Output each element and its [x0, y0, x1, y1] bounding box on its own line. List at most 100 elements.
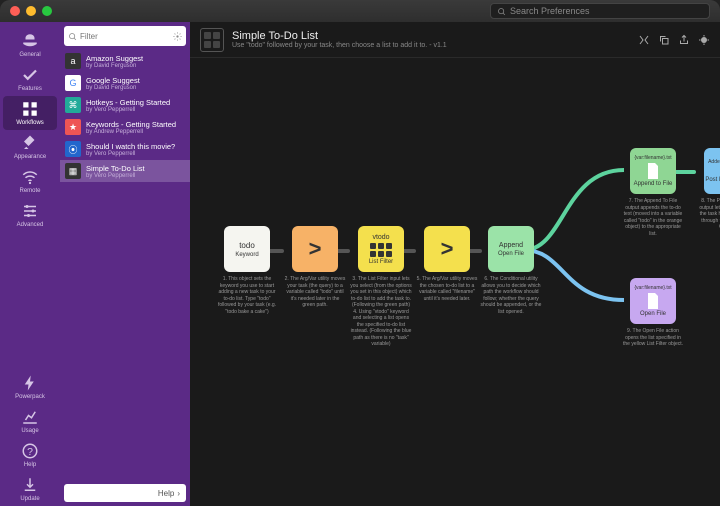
- gear-icon[interactable]: [173, 32, 182, 41]
- help-button[interactable]: Help ›: [64, 484, 186, 502]
- workflow-icon: ⌘: [65, 97, 81, 113]
- workflow-author: by Vero Pepperrell: [86, 107, 170, 113]
- chevron-right-icon: ›: [177, 489, 180, 498]
- node-conditional[interactable]: AppendOpen File 6. The Conditional utili…: [480, 226, 542, 315]
- nav-label: Usage: [21, 428, 38, 434]
- variables-icon[interactable]: [638, 34, 650, 46]
- workflow-title: Simple To-Do List: [232, 30, 447, 42]
- hat-icon: [21, 32, 39, 50]
- workflow-item[interactable]: a Amazon Suggestby David Ferguson: [60, 50, 190, 72]
- titlebar: Search Preferences: [0, 0, 720, 22]
- nav-label: Powerpack: [15, 394, 45, 400]
- workflow-author: by David Ferguson: [86, 85, 140, 91]
- chart-icon: [21, 408, 39, 426]
- workflow-item[interactable]: ★ Keywords - Getting Startedby Andrew Pep…: [60, 116, 190, 138]
- workflow-title: Amazon Suggest: [86, 54, 143, 63]
- workflow-list: aAmazon Suggestby David FergusonGGoogle …: [60, 50, 190, 480]
- caption: 5. The Arg/Var utility moves the chosen …: [416, 276, 478, 302]
- nav-label: Remote: [19, 188, 40, 194]
- filter-bar[interactable]: [64, 26, 186, 46]
- workflow-title: Hotkeys - Getting Started: [86, 98, 170, 107]
- minimize-window[interactable]: [26, 6, 36, 16]
- help-icon: ?: [21, 442, 39, 460]
- node-list-filter[interactable]: vtodoList Filter 3. The List Filter inpu…: [350, 226, 412, 348]
- brush-icon: [21, 134, 39, 152]
- nav-appearance[interactable]: Appearance: [3, 130, 57, 164]
- caption: 8. The Post Notification output lets you…: [696, 198, 720, 231]
- share-icon[interactable]: [678, 34, 690, 46]
- workflow-author: by David Ferguson: [86, 63, 143, 69]
- node-argvar-1[interactable]: > 2. The Arg/Var utility moves your task…: [284, 226, 346, 309]
- duplicate-icon[interactable]: [658, 34, 670, 46]
- caption: 1. This object sets the keyword you use …: [216, 276, 278, 315]
- nav-help[interactable]: ? Help: [3, 438, 57, 472]
- close-window[interactable]: [10, 6, 20, 16]
- wifi-icon: [21, 168, 39, 186]
- sidebar-nav: General Features Workflows Appearance Remote…: [0, 22, 60, 506]
- workflow-item[interactable]: ⦿ Should I watch this movie?by Vero Peppe…: [60, 138, 190, 160]
- workflow-canvas-area: Simple To-Do List Use "todo" followed by…: [190, 22, 720, 506]
- nav-label: Advanced: [17, 222, 44, 228]
- workflow-icon: ★: [65, 119, 81, 135]
- workflow-list-panel: aAmazon Suggestby David FergusonGGoogle …: [60, 22, 190, 506]
- node-append-file[interactable]: {var:filename}.txtAppend to File 7. The …: [622, 148, 684, 237]
- node-open-file[interactable]: {var:filename}.txtOpen File 9. The Open …: [622, 278, 684, 348]
- nav-label: Help: [24, 462, 36, 468]
- grid-icon: [21, 100, 39, 118]
- file-icon: [646, 293, 660, 309]
- sliders-icon: [21, 202, 39, 220]
- caption: 3. The List Filter input lets you select…: [350, 276, 412, 348]
- check-icon: [21, 66, 39, 84]
- file-icon: [646, 163, 660, 179]
- workflow-icon: a: [65, 53, 81, 69]
- workflow-title: Should I watch this movie?: [86, 142, 175, 151]
- nav-features[interactable]: Features: [3, 62, 57, 96]
- nav-usage[interactable]: Usage: [3, 404, 57, 438]
- caption: 6. The Conditional utility allows you to…: [480, 276, 542, 315]
- workflow-item[interactable]: ⌘ Hotkeys - Getting Startedby Vero Pepper…: [60, 94, 190, 116]
- debug-icon[interactable]: [698, 34, 710, 46]
- nav-label: Update: [20, 496, 39, 502]
- workflow-subtitle: Use "todo" followed by your task, then c…: [232, 42, 447, 49]
- workflow-author: by Vero Pepperrell: [86, 151, 175, 157]
- nav-general[interactable]: General: [3, 28, 57, 62]
- node-keyword[interactable]: todoKeyword 1. This object sets the keyw…: [216, 226, 278, 315]
- workflow-title: Google Suggest: [86, 76, 140, 85]
- nav-remote[interactable]: Remote: [3, 164, 57, 198]
- nav-workflows[interactable]: Workflows: [3, 96, 57, 130]
- workflow-icon: [200, 28, 224, 52]
- nav-label: General: [19, 52, 40, 58]
- nav-advanced[interactable]: Advanced: [3, 198, 57, 232]
- traffic-lights: [10, 6, 52, 16]
- filter-input[interactable]: [80, 32, 170, 41]
- caption: 2. The Arg/Var utility moves your task (…: [284, 276, 346, 309]
- workflow-item[interactable]: G Google Suggestby David Ferguson: [60, 72, 190, 94]
- search-preferences[interactable]: Search Preferences: [490, 3, 710, 19]
- nav-label: Workflows: [16, 120, 44, 126]
- caption: 9. The Open File action opens the list s…: [622, 328, 684, 348]
- search-icon: [497, 7, 506, 16]
- help-label: Help: [158, 489, 174, 498]
- nav-powerpack[interactable]: Powerpack: [3, 370, 57, 404]
- canvas-header: Simple To-Do List Use "todo" followed by…: [190, 22, 720, 58]
- search-placeholder: Search Preferences: [510, 6, 590, 16]
- workflow-author: by Andrew Pepperrell: [86, 129, 176, 135]
- workflow-author: by Vero Pepperrell: [86, 173, 145, 179]
- workflow-title: Simple To-Do List: [86, 164, 145, 173]
- workflow-icon: G: [65, 75, 81, 91]
- caption: 7. The Append To File output appends the…: [622, 198, 684, 237]
- workflow-icon: ⦿: [65, 141, 81, 157]
- nav-label: Features: [18, 86, 42, 92]
- svg-text:?: ?: [27, 446, 33, 458]
- node-notification[interactable]: Added task to {...Post Notification 8. T…: [696, 148, 720, 231]
- workflow-item[interactable]: ▦ Simple To-Do Listby Vero Pepperrell: [60, 160, 190, 182]
- nav-label: Appearance: [14, 154, 46, 160]
- nav-update[interactable]: Update: [3, 472, 57, 506]
- workflow-canvas[interactable]: todoKeyword 1. This object sets the keyw…: [190, 58, 720, 506]
- workflow-title: Keywords - Getting Started: [86, 120, 176, 129]
- zoom-window[interactable]: [42, 6, 52, 16]
- workflow-icon: ▦: [65, 163, 81, 179]
- canvas-tools: [638, 34, 710, 46]
- download-icon: [21, 476, 39, 494]
- node-argvar-2[interactable]: > 5. The Arg/Var utility moves the chose…: [416, 226, 478, 302]
